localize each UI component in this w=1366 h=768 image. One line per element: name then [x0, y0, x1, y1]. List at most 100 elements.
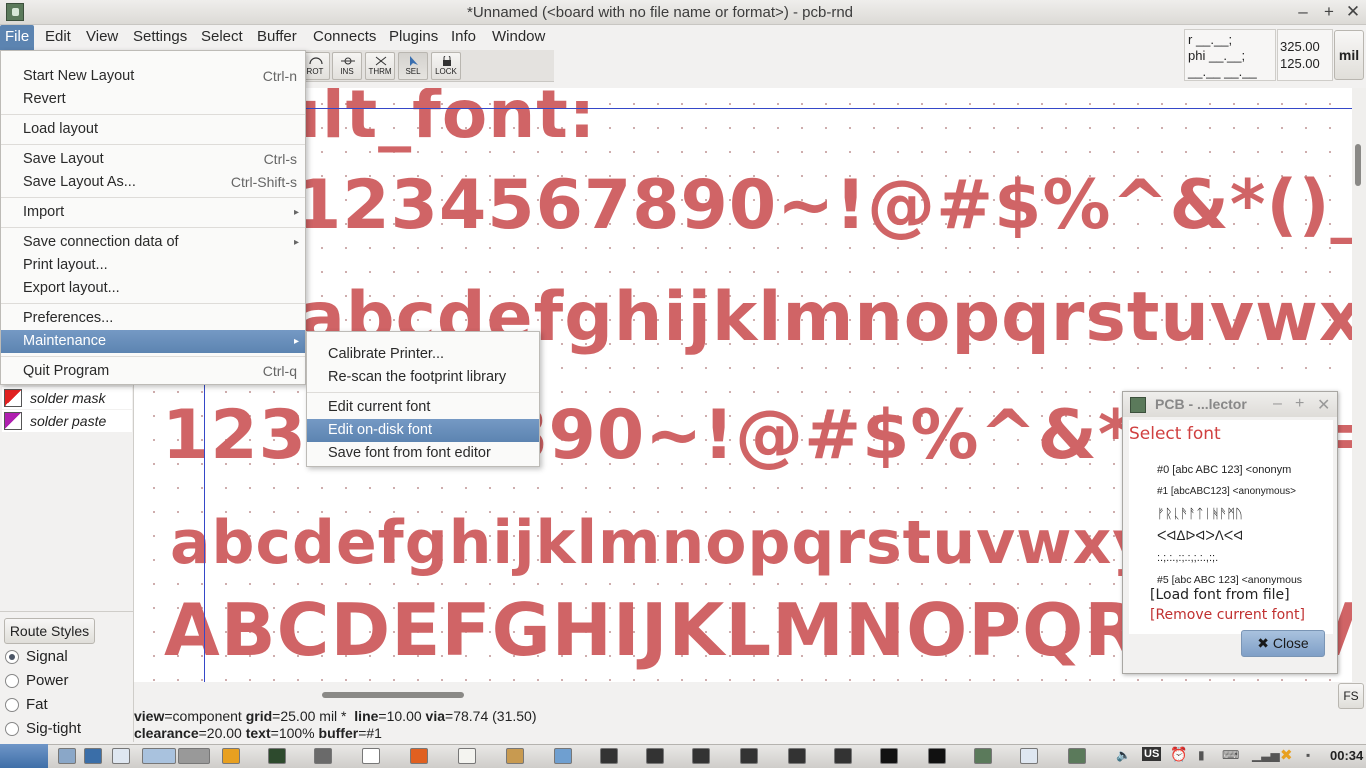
app-icon[interactable]: [788, 748, 806, 764]
font-entry[interactable]: #1 [abcABC123] <anonymous>: [1157, 482, 1333, 502]
menu-item-save-layout-as[interactable]: Save Layout As... Ctrl-Shift-s: [1, 171, 305, 194]
route-styles-button[interactable]: Route Styles: [4, 618, 95, 644]
archive-icon[interactable]: [506, 748, 524, 764]
settings-icon[interactable]: [84, 748, 102, 764]
menu-item-edit-on-disk-font[interactable]: Edit on-disk font: [307, 419, 539, 442]
minimize-icon[interactable]: –: [1292, 2, 1314, 22]
minimize-icon[interactable]: –: [1273, 395, 1282, 413]
menu-item-import[interactable]: Import ▸: [1, 201, 305, 224]
menu-item-maintenance[interactable]: Maintenance ▸: [1, 330, 305, 353]
delta-readout: __.__ __.__: [1188, 64, 1257, 79]
start-menu-icon[interactable]: [0, 744, 48, 768]
menu-item-revert[interactable]: Revert: [1, 88, 305, 111]
app-icon[interactable]: [928, 748, 946, 764]
menu-item-print-layout[interactable]: Print layout...: [1, 254, 305, 277]
file-manager-icon[interactable]: [58, 748, 76, 764]
keyboard-layout-indicator[interactable]: US: [1142, 747, 1162, 761]
route-style-signal[interactable]: Signal: [4, 646, 68, 668]
app-icon[interactable]: [314, 748, 332, 764]
menu-item-rescan-footprint-library[interactable]: Re-scan the footprint library: [307, 366, 539, 389]
submenu-arrow-icon: ▸: [293, 336, 299, 347]
remove-current-font[interactable]: [Remove current font]: [1150, 607, 1305, 623]
maximize-icon[interactable]: +: [1295, 395, 1304, 413]
close-icon[interactable]: ✕: [1317, 395, 1330, 415]
workspace-1-icon[interactable]: [142, 748, 176, 764]
crosshair-horizontal: [134, 108, 1352, 109]
tray-icon[interactable]: ▪: [1306, 748, 1310, 762]
tools-icon[interactable]: ✖: [1280, 746, 1293, 764]
app-icon[interactable]: [834, 748, 852, 764]
font-entry[interactable]: ᐸᐊᐃᐅᐊᐳᐱᐸᐊ: [1157, 526, 1333, 546]
app-icon[interactable]: [646, 748, 664, 764]
radio-icon[interactable]: [5, 650, 19, 664]
keyboard-icon[interactable]: ⌨: [1222, 748, 1239, 762]
app-icon[interactable]: [692, 748, 710, 764]
tools-icon[interactable]: [222, 748, 240, 764]
tex-icon[interactable]: [362, 748, 380, 764]
window-icon[interactable]: [112, 748, 130, 764]
menu-item-edit-current-font[interactable]: Edit current font: [307, 396, 539, 419]
menu-plugins[interactable]: Plugins: [384, 25, 443, 50]
menu-item-calibrate-printer[interactable]: Calibrate Printer...: [307, 343, 539, 366]
route-style-fat[interactable]: Fat: [4, 694, 48, 716]
app-icon[interactable]: [740, 748, 758, 764]
volume-icon[interactable]: 🔈: [1116, 748, 1131, 762]
menu-item-preferences[interactable]: Preferences...: [1, 307, 305, 330]
vertical-scroll-thumb[interactable]: [1355, 144, 1361, 186]
tool-thermal[interactable]: THRM: [365, 52, 395, 80]
close-icon[interactable]: ✕: [1342, 2, 1364, 22]
maximize-icon[interactable]: +: [1318, 2, 1340, 22]
font-entry[interactable]: ᚠᚱᚳᚫᚨᛏᛁᚻᚫᛗᚢ: [1157, 504, 1333, 524]
text-editor-icon[interactable]: [458, 748, 476, 764]
radio-icon[interactable]: [5, 674, 19, 688]
workspace-2-icon[interactable]: [178, 748, 210, 764]
menu-item-save-font-from-editor[interactable]: Save font from font editor: [307, 442, 539, 465]
menu-separator: [1, 227, 305, 228]
menu-connects[interactable]: Connects: [308, 25, 381, 50]
radio-icon[interactable]: [5, 698, 19, 712]
menu-item-save-layout[interactable]: Save Layout Ctrl-s: [1, 148, 305, 171]
menu-window[interactable]: Window: [487, 25, 550, 50]
layer-color-swatch[interactable]: [4, 412, 22, 430]
pcb-rnd-icon[interactable]: [974, 748, 992, 764]
load-font-from-file[interactable]: [Load font from file]: [1150, 587, 1290, 603]
horizontal-scroll-thumb[interactable]: [322, 692, 464, 698]
fullscreen-button[interactable]: FS: [1338, 683, 1364, 709]
terminal-icon[interactable]: [268, 748, 286, 764]
tool-select[interactable]: SEL: [398, 52, 428, 80]
network-signal-icon[interactable]: ▁▃▅: [1252, 748, 1280, 762]
menu-item-save-connection-data[interactable]: Save connection data of ▸: [1, 231, 305, 254]
menu-settings[interactable]: Settings: [128, 25, 192, 50]
alarm-clock-icon[interactable]: ⏰: [1170, 746, 1187, 763]
route-style-power[interactable]: Power: [4, 670, 69, 692]
menu-file[interactable]: File: [0, 25, 35, 50]
unit-toggle-button[interactable]: mil: [1334, 30, 1364, 80]
menu-select[interactable]: Select: [196, 25, 248, 50]
close-button[interactable]: ✖ Close: [1241, 630, 1325, 657]
route-style-sig-tight[interactable]: Sig-tight: [4, 718, 81, 740]
menu-view[interactable]: View: [81, 25, 123, 50]
menu-item-start-new-layout[interactable]: Start New Layout Ctrl-n: [1, 65, 305, 88]
font-entry[interactable]: :.;.:.,:;.:,;.:.,:;.: [1157, 548, 1333, 568]
image-viewer-icon[interactable]: [554, 748, 572, 764]
battery-icon[interactable]: ▮: [1198, 748, 1205, 762]
tool-lock[interactable]: LOCK: [431, 52, 461, 80]
radio-icon[interactable]: [5, 722, 19, 736]
menu-info[interactable]: Info: [446, 25, 481, 50]
layer-solder-mask[interactable]: solder mask: [2, 387, 132, 409]
menu-buffer[interactable]: Buffer: [252, 25, 302, 50]
layer-solder-paste[interactable]: solder paste: [2, 410, 132, 432]
tool-insert[interactable]: INS: [332, 52, 362, 80]
layer-color-swatch[interactable]: [4, 389, 22, 407]
window-icon[interactable]: [1020, 748, 1038, 764]
browser-icon[interactable]: [410, 748, 428, 764]
menu-item-load-layout[interactable]: Load layout: [1, 118, 305, 141]
app-icon[interactable]: [600, 748, 618, 764]
font-entry[interactable]: #0 [abc ABC 123] <ononym: [1157, 460, 1333, 480]
menu-edit[interactable]: Edit: [40, 25, 76, 50]
horizontal-scrollbar[interactable]: [134, 687, 1352, 701]
pcb-rnd-icon[interactable]: [1068, 748, 1086, 764]
app-icon[interactable]: [880, 748, 898, 764]
menu-item-export-layout[interactable]: Export layout...: [1, 277, 305, 300]
menu-item-quit-program[interactable]: Quit Program Ctrl-q: [1, 360, 305, 383]
